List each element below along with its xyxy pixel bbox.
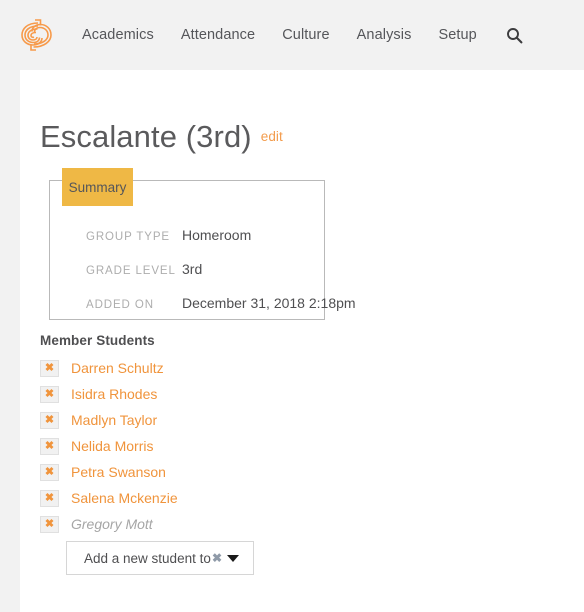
main-content-panel: Escalante (3rd) edit GROUP TYPE Homeroom … [20,70,584,612]
summary-value-added-on: December 31, 2018 2:18pm [182,295,356,311]
summary-row-grade-level: GRADE LEVEL 3rd [86,261,202,277]
summary-value-grade-level: 3rd [182,261,203,277]
nav-item-academics[interactable]: Academics [82,27,154,43]
student-name-inactive: Gregory Mott [71,516,153,532]
add-student-label: Add a new student to [84,550,211,566]
member-students-list: ✖ Darren Schultz ✖ Isidra Rhodes ✖ Madly… [40,355,178,537]
student-link[interactable]: Salena Mckenzie [71,490,178,506]
clear-selection-icon[interactable]: ✖ [212,551,222,565]
list-item: ✖ Nelida Morris [40,433,178,459]
remove-student-icon[interactable]: ✖ [40,437,59,455]
summary-row-added-on: ADDED ON December 31, 2018 2:18pm [86,295,356,311]
nav-item-setup[interactable]: Setup [438,27,476,43]
add-student-dropdown[interactable]: Add a new student to ✖ [66,541,254,575]
summary-row-group-type: GROUP TYPE Homeroom [86,227,251,243]
remove-student-icon[interactable]: ✖ [40,489,59,507]
summary-label-group-type: GROUP TYPE [86,231,170,243]
edit-link[interactable]: edit [261,129,283,144]
nav-item-culture[interactable]: Culture [282,27,329,43]
list-item: ✖ Gregory Mott [40,511,178,537]
student-link[interactable]: Darren Schultz [71,360,164,376]
student-link[interactable]: Madlyn Taylor [71,412,157,428]
remove-student-icon[interactable]: ✖ [40,359,59,377]
nav-links: Academics Attendance Culture Analysis Se… [82,27,523,44]
nav-item-analysis[interactable]: Analysis [357,27,412,43]
summary-label-added-on: ADDED ON [86,299,154,311]
top-navigation-bar: Academics Attendance Culture Analysis Se… [0,0,584,70]
spiral-logo-icon[interactable] [16,14,58,56]
remove-student-icon[interactable]: ✖ [40,463,59,481]
student-link[interactable]: Nelida Morris [71,438,153,454]
list-item: ✖ Petra Swanson [40,459,178,485]
summary-label-grade-level: GRADE LEVEL [86,265,176,277]
student-link[interactable]: Isidra Rhodes [71,386,157,402]
list-item: ✖ Salena Mckenzie [40,485,178,511]
search-icon[interactable] [506,27,523,44]
student-link[interactable]: Petra Swanson [71,464,166,480]
page-title: Escalante (3rd) edit [40,119,283,155]
remove-student-icon[interactable]: ✖ [40,515,59,533]
list-item: ✖ Isidra Rhodes [40,381,178,407]
summary-value-group-type: Homeroom [182,227,252,243]
remove-student-icon[interactable]: ✖ [40,411,59,429]
list-item: ✖ Madlyn Taylor [40,407,178,433]
tab-summary[interactable]: Summary [62,168,133,206]
list-item: ✖ Darren Schultz [40,355,178,381]
chevron-down-icon[interactable] [227,554,239,562]
remove-student-icon[interactable]: ✖ [40,385,59,403]
page-title-text: Escalante (3rd) [40,118,252,154]
nav-item-attendance[interactable]: Attendance [181,27,255,43]
member-students-heading: Member Students [40,333,155,348]
